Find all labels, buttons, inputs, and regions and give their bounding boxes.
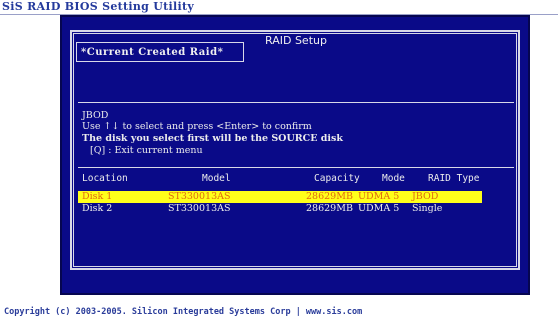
disk-model: ST330013AS [168, 203, 231, 214]
copyright-footer: Copyright (c) 2003-2005. Silicon Integra… [4, 307, 363, 317]
disk-row[interactable]: Disk 2 ST330013AS 28629MB UDMA 5 Single [78, 203, 482, 215]
disk-location: Disk 2 [82, 203, 113, 214]
column-header-raid-type: RAID Type [428, 173, 480, 184]
navigation-help: Use ↑↓ to select and press <Enter> to co… [82, 121, 312, 132]
disk-raid-type: JBOD [412, 191, 439, 202]
window-title: RAID Setup [256, 34, 336, 48]
disk-capacity: 28629MB [306, 203, 353, 214]
disk-raid-type: Single [412, 203, 443, 214]
current-raid-panel-title: *Current Created Raid* [76, 42, 244, 62]
separator-top [78, 102, 514, 103]
disk-capacity: 28629MB [306, 191, 353, 202]
disk-mode: UDMA 5 [358, 203, 400, 214]
column-header-capacity: Capacity [314, 173, 360, 184]
app-title: SiS RAID BIOS Setting Utility [2, 0, 195, 13]
column-header-mode: Mode [382, 173, 405, 184]
disk-row-selected[interactable]: Disk 1 ST330013AS 28629MB UDMA 5 JBOD [78, 191, 482, 203]
disk-mode: UDMA 5 [358, 191, 400, 202]
column-header-model: Model [202, 173, 231, 184]
separator-header [78, 167, 514, 168]
raid-type-label: JBOD [82, 110, 109, 121]
source-disk-note: The disk you select first will be the SO… [82, 133, 343, 144]
disk-model: ST330013AS [168, 191, 231, 202]
column-header-location: Location [82, 173, 128, 184]
disk-location: Disk 1 [82, 191, 113, 202]
exit-help: [Q] : Exit current menu [90, 145, 203, 156]
